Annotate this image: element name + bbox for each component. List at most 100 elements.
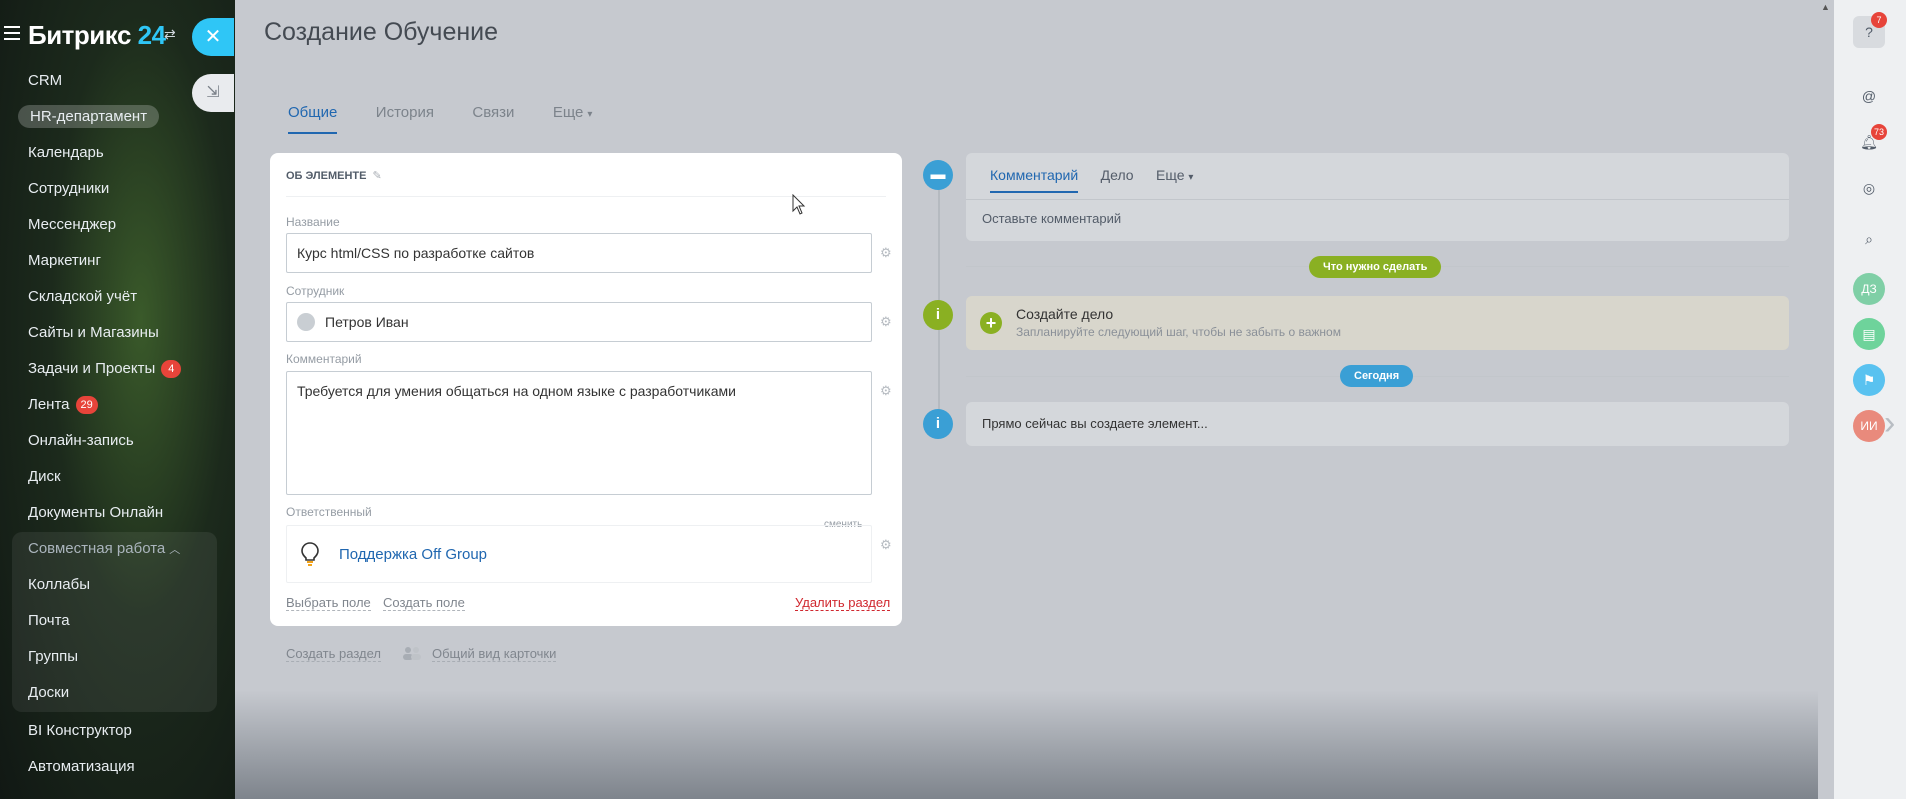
today-pill: Сегодня	[1340, 365, 1414, 387]
responsible-link[interactable]: Поддержка Off Group	[339, 546, 487, 563]
chevron-down-icon: ▾	[1188, 172, 1194, 183]
user-icon	[297, 312, 315, 331]
scroll-up-icon[interactable]: ▲	[1821, 2, 1830, 12]
sidebar-nav: CRM HR-департамент Календарь Сотрудники …	[0, 66, 235, 534]
now-text: Прямо сейчас вы создаете элемент...	[982, 416, 1208, 431]
sidebar-item-sites[interactable]: Сайты и Магазины	[0, 318, 235, 354]
sidebar-item-docs[interactable]: Документы Онлайн	[0, 498, 235, 534]
menu-icon[interactable]	[4, 26, 20, 40]
info-icon: i	[923, 409, 953, 439]
plus-icon[interactable]: +	[980, 312, 1002, 334]
comment-label: Комментарий	[286, 352, 362, 366]
sidebar-group-nav: Совместная работа ︿ Коллабы Почта Группы …	[0, 534, 235, 788]
feed-badge: 29	[75, 396, 98, 415]
logo-number: 24	[137, 20, 166, 50]
tasks-badge: 4	[161, 360, 182, 379]
comment-icon: ▬	[923, 160, 953, 190]
create-activity-block[interactable]: + Создайте дело Запланируйте следующий ш…	[966, 296, 1789, 350]
sidebar-item-calendar[interactable]: Календарь	[0, 138, 235, 174]
tab-history[interactable]: История	[376, 102, 434, 134]
chevron-up-icon: ︿	[169, 544, 181, 556]
tab-links[interactable]: Связи	[472, 102, 514, 134]
page-title: Создание Обучение	[264, 18, 499, 46]
swap-icon[interactable]: ⇄	[164, 26, 176, 43]
people-icon	[403, 647, 421, 660]
sidebar-group-header[interactable]: Совместная работа ︿	[0, 534, 235, 570]
sidebar-item-tasks[interactable]: Задачи и Проекты 4	[0, 354, 235, 390]
help-badge: 7	[1871, 12, 1887, 28]
todo-title: Создайте дело	[1016, 306, 1114, 322]
create-section-link[interactable]: Создать раздел	[286, 646, 381, 662]
sidebar-item-collabs[interactable]: Коллабы	[0, 570, 235, 606]
chevron-right-icon[interactable]: ›	[1884, 404, 1895, 443]
avatar[interactable]: ИИ	[1853, 410, 1885, 442]
sidebar-item-feed[interactable]: Лента 29	[0, 390, 235, 426]
employee-field[interactable]: Петров Иван	[286, 302, 872, 342]
comment-input[interactable]: Оставьте комментарий	[982, 211, 1121, 226]
lightbulb-icon	[301, 542, 319, 566]
chat-icon[interactable]: ◎	[1853, 172, 1885, 204]
chevron-down-icon: ▾	[587, 109, 593, 120]
avatar[interactable]: ДЗ	[1853, 273, 1885, 305]
sidebar-item-mail[interactable]: Почта	[0, 606, 235, 642]
notifications-badge: 73	[1871, 124, 1888, 140]
composer-more-label: Еще	[1156, 167, 1185, 183]
info-icon: i	[923, 300, 953, 330]
sidebar-item-automation[interactable]: Автоматизация	[0, 752, 235, 788]
tab-composer-more[interactable]: Еще ▾	[1156, 167, 1193, 191]
sidebar-item-boards[interactable]: Доски	[0, 678, 235, 714]
comment-textarea[interactable]: Требуется для умения общаться на одном я…	[286, 371, 872, 495]
name-field[interactable]: Курс html/CSS по разработке сайтов	[286, 233, 872, 273]
todo-subtitle: Запланируйте следующий шаг, чтобы не заб…	[1016, 325, 1341, 339]
gear-icon[interactable]: ⚙	[880, 245, 892, 261]
sidebar-item-bi[interactable]: BI Конструктор	[0, 716, 235, 752]
sidebar-item-booking[interactable]: Онлайн-запись	[0, 426, 235, 462]
gear-icon[interactable]: ⚙	[880, 383, 892, 399]
delete-section-link[interactable]: Удалить раздел	[795, 595, 891, 611]
scrollbar[interactable]	[1818, 0, 1834, 799]
close-icon: ✕	[204, 26, 222, 48]
tab-more[interactable]: Еще ▾	[553, 102, 593, 134]
gear-icon[interactable]: ⚙	[880, 314, 892, 330]
tab-more-label: Еще	[552, 104, 584, 121]
page-fade	[235, 690, 1818, 799]
tab-general[interactable]: Общие	[288, 102, 338, 134]
card-header-title: ОБ ЭЛЕМЕНТЕ	[286, 170, 367, 182]
logo-text: Битрикс	[28, 20, 131, 50]
sidebar-item-marketing[interactable]: Маркетинг	[0, 246, 235, 282]
todo-pill: Что нужно сделать	[1309, 256, 1442, 278]
minimize-slider-button[interactable]: ⇲	[192, 74, 234, 112]
logo[interactable]: Битрикс 24	[28, 20, 166, 51]
comment-composer: Комментарий Дело Еще ▾ Оставьте коммента…	[966, 153, 1789, 241]
notes-icon[interactable]: ▤	[1853, 318, 1885, 350]
pencil-icon[interactable]: ✎	[372, 170, 381, 182]
tab-activity[interactable]: Дело	[1101, 167, 1134, 191]
sidebar-item-groups[interactable]: Группы	[0, 642, 235, 678]
page-tabs: Общие История Связи Еще ▾	[288, 102, 626, 134]
responsible-label: Ответственный	[286, 505, 372, 519]
sidebar-item-inventory[interactable]: Складской учёт	[0, 282, 235, 318]
name-label: Название	[286, 215, 340, 229]
at-sign-icon[interactable]: @	[1853, 80, 1885, 112]
minimize-icon: ⇲	[206, 84, 220, 101]
sidebar-item-disk[interactable]: Диск	[0, 462, 235, 498]
composer-tabs: Комментарий Дело Еще ▾	[990, 167, 1211, 193]
select-field-link[interactable]: Выбрать поле	[286, 595, 371, 611]
sidebar-item-messenger[interactable]: Мессенджер	[0, 210, 235, 246]
card-header: ОБ ЭЛЕМЕНТЕ ✎	[286, 169, 382, 182]
employee-label: Сотрудник	[286, 284, 345, 298]
close-slider-button[interactable]: ✕	[192, 18, 234, 56]
mouse-cursor-icon	[792, 194, 806, 215]
card-view-link[interactable]: Общий вид карточки	[432, 646, 557, 662]
search-icon[interactable]: ⌕	[1853, 223, 1885, 255]
gear-icon[interactable]: ⚙	[880, 537, 892, 553]
tab-comment[interactable]: Комментарий	[990, 167, 1079, 193]
element-card: ОБ ЭЛЕМЕНТЕ ✎ Название Курс html/CSS по р…	[270, 153, 902, 626]
composer-divider	[966, 199, 1789, 200]
create-field-link[interactable]: Создать поле	[383, 595, 465, 611]
bookmark-icon[interactable]: ⚑	[1853, 364, 1885, 396]
sidebar-item-employees[interactable]: Сотрудники	[0, 174, 235, 210]
employee-value: Петров Иван	[325, 314, 409, 330]
right-bar	[1834, 0, 1906, 799]
responsible-field: Поддержка Off Group	[286, 525, 872, 583]
